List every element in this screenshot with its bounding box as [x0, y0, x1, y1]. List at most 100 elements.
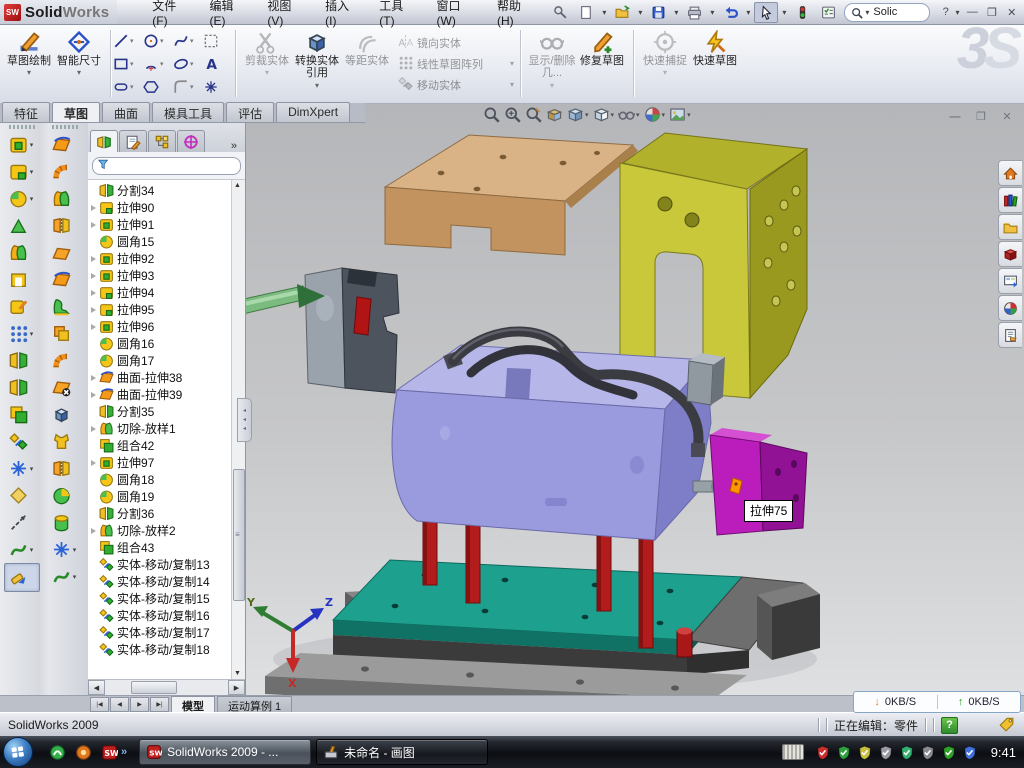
tree-item[interactable]: 实体-移动/复制13 [88, 556, 232, 573]
sketch-fillet-dropdown-icon[interactable]: ▾ [190, 83, 194, 91]
scrollbar-thumb[interactable] [233, 469, 245, 601]
tree-item[interactable]: 圆角16 [88, 335, 232, 352]
arc-dropdown-icon[interactable]: ▾ [160, 60, 164, 68]
tree-item[interactable]: 分割36 [88, 505, 232, 522]
feature-manager-tab-icon[interactable] [90, 130, 118, 152]
swept-surface-button[interactable] [48, 185, 82, 212]
tree-item[interactable]: 拉伸94 [88, 284, 232, 301]
model-tan-block[interactable] [385, 135, 638, 255]
quick-tips-icon[interactable]: ? [941, 717, 958, 734]
search-box[interactable]: ▾ [844, 3, 930, 22]
options-list-button[interactable] [816, 2, 840, 23]
expand-icon[interactable] [88, 307, 99, 313]
sketch-fillet-button[interactable]: ▾ [173, 75, 203, 98]
dimxpert-manager-tab-icon[interactable] [177, 130, 205, 152]
taskbar-task-paint[interactable]: 未命名 - 画图 [316, 739, 488, 765]
tree-item[interactable]: 组合43 [88, 539, 232, 556]
expand-icon[interactable] [88, 290, 99, 296]
surf-refgeo-button[interactable]: ▾ [48, 536, 82, 563]
extruded-cut-button[interactable]: ▾ [5, 158, 39, 185]
menu-t[interactable]: 工具(T) [366, 0, 423, 31]
toolbox-tab[interactable] [998, 241, 1022, 267]
messenger-quicklaunch-button[interactable] [47, 742, 67, 762]
sketch-text-button[interactable]: A [203, 52, 233, 75]
solidworks-quick-quicklaunch-button[interactable]: SW [99, 742, 119, 762]
spline-button[interactable]: ▾ [173, 29, 203, 52]
combine-button[interactable] [5, 401, 39, 428]
sketch-dropdown-icon[interactable]: ▾ [27, 68, 31, 77]
draft-button[interactable] [5, 239, 39, 266]
print-dropdown-icon[interactable]: ▾ [708, 8, 716, 17]
point-button[interactable] [203, 75, 233, 98]
tree-item[interactable]: 分割35 [88, 403, 232, 420]
boundary-surface-button[interactable] [48, 239, 82, 266]
plane-button[interactable] [5, 482, 39, 509]
slot-dropdown-icon[interactable]: ▾ [130, 83, 134, 91]
panel-collapse-handle[interactable]: ◂◂◂ [237, 398, 252, 442]
doc-close-button[interactable]: ✕ [997, 109, 1017, 124]
tree-filter-input[interactable] [92, 157, 241, 175]
axis-button[interactable] [5, 509, 39, 536]
tree-item[interactable]: 拉伸96 [88, 318, 232, 335]
extruded-surface-button[interactable] [48, 131, 82, 158]
appearances-tab[interactable] [998, 295, 1022, 321]
minimize-button[interactable]: — [964, 4, 981, 20]
sync-pair-icon[interactable] [962, 744, 978, 760]
circle-button[interactable]: ▾ [143, 29, 173, 52]
tag-icon[interactable] [998, 716, 1014, 735]
custom-properties-tab[interactable] [998, 322, 1022, 348]
tab-模具工具[interactable]: 模具工具 [152, 102, 224, 122]
freeform-button[interactable] [48, 293, 82, 320]
select-arrow-button[interactable] [754, 2, 778, 23]
lofted-surface-button[interactable] [48, 212, 82, 239]
quick-launch-more-icon[interactable]: » [121, 746, 127, 758]
surf-curve-button[interactable]: ▾ [48, 563, 82, 590]
ellipse-button[interactable]: ▾ [173, 52, 203, 75]
hscrollbar-thumb[interactable] [131, 681, 177, 694]
new-file-dropdown-icon[interactable]: ▾ [600, 8, 608, 17]
red-shield-icon[interactable] [815, 744, 831, 760]
tree-item[interactable]: 切除-放样2 [88, 522, 232, 539]
untrim-surface-button[interactable] [48, 428, 82, 455]
trim-entities-button[interactable]: 剪裁实体 ▾ [242, 26, 292, 102]
search-dropdown-icon[interactable]: ▾ [863, 8, 871, 17]
instant3d-button[interactable] [4, 563, 40, 592]
tab-曲面[interactable]: 曲面 [102, 102, 150, 122]
repair-sketch-button[interactable]: 修复草图 [577, 26, 627, 102]
rib-button[interactable] [5, 212, 39, 239]
volume-icon[interactable] [878, 744, 894, 760]
tree-item[interactable]: 实体-移动/复制15 [88, 590, 232, 607]
green-cross-shield-icon[interactable] [941, 744, 957, 760]
display-delete-relations-button[interactable]: 显示/删除几... ▾ [527, 26, 577, 102]
property-manager-tab-icon[interactable] [119, 130, 147, 152]
section-view-button[interactable] [546, 106, 563, 123]
planar-surface-button[interactable] [48, 482, 82, 509]
configuration-manager-tab-icon[interactable] [148, 130, 176, 152]
taskbar-task-solidworks[interactable]: SWSolidWorks 2009 - ... [139, 739, 311, 765]
green-flag-icon[interactable] [899, 744, 915, 760]
antivirus-quicklaunch-button[interactable] [73, 742, 93, 762]
tree-item[interactable]: 圆角18 [88, 471, 232, 488]
tree-item[interactable]: 实体-移动/复制18 [88, 641, 232, 658]
save-dropdown-icon[interactable]: ▾ [672, 8, 680, 17]
tree-item[interactable]: 拉伸90 [88, 199, 232, 216]
knit-surface-button[interactable] [48, 455, 82, 482]
toolbar-grip[interactable] [9, 125, 35, 129]
print-button[interactable] [682, 2, 706, 23]
mirror-entities-button[interactable]: AA 镜向实体 [398, 34, 516, 52]
delete-face-button[interactable] [48, 374, 82, 401]
pin-button[interactable] [548, 2, 572, 23]
doc-minimize-button[interactable]: — [945, 109, 965, 124]
display-style-button[interactable]: ▾ [593, 106, 615, 123]
apply-scene-button[interactable]: ▾ [669, 106, 691, 123]
rectangle-dropdown-icon[interactable]: ▾ [130, 60, 134, 68]
doc-tab-运动算例 1[interactable]: 运动算例 1 [217, 696, 292, 713]
search-input[interactable] [871, 5, 923, 19]
help-dropdown-icon[interactable]: ▾ [954, 8, 961, 17]
linear-sketch-pattern-button[interactable]: 线性草图阵列 ▾ [398, 55, 516, 73]
select-arrow-dropdown-icon[interactable]: ▾ [780, 8, 788, 17]
scroll-right-icon[interactable]: ▶ [228, 680, 245, 695]
menu-f[interactable]: 文件(F) [139, 0, 196, 31]
box-select-button[interactable] [203, 29, 233, 52]
circle-dropdown-icon[interactable]: ▾ [160, 37, 164, 45]
